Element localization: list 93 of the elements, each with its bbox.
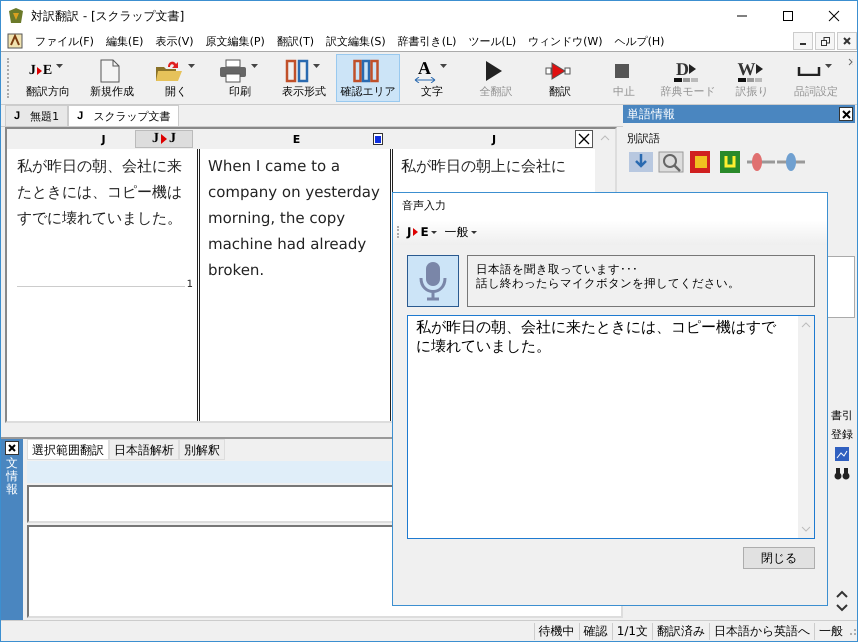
side-label: 登録 bbox=[831, 427, 853, 442]
bar-icon bbox=[738, 78, 762, 82]
message-box: 日本語を聞き取っています･･･ 話し終わったらマイクボタンを押してください。 bbox=[467, 255, 815, 307]
letter-label: D bbox=[676, 60, 689, 78]
menu-item[interactable]: 訳文編集(S) bbox=[320, 34, 392, 48]
image-icon[interactable] bbox=[834, 446, 850, 462]
toolbar-button[interactable]: 表示形式 bbox=[272, 54, 336, 102]
panel-tab[interactable]: 日本語解析 bbox=[109, 439, 179, 460]
status-item: 翻訳済み bbox=[652, 622, 709, 640]
triangle-icon bbox=[161, 134, 167, 144]
panel-tab[interactable]: 選択範囲翻訳 bbox=[27, 439, 109, 460]
back-translation: 私が昨日の朝上に会社に bbox=[401, 157, 566, 175]
status-item: 一般 bbox=[814, 622, 847, 640]
source-sentence: 私が昨日の朝、会社に来たときには、コピー機はすでに壊れていました。 bbox=[17, 157, 182, 227]
triangle-icon bbox=[689, 64, 696, 74]
close-button[interactable] bbox=[575, 130, 593, 148]
columns-icon bbox=[353, 58, 379, 82]
close-button[interactable] bbox=[839, 107, 853, 121]
window-title: 対訳翻訳 - [スクラップ文書] bbox=[31, 8, 184, 24]
scroll-up-icon[interactable] bbox=[836, 590, 848, 598]
dialog-title: 音声入力 bbox=[393, 193, 827, 219]
mdi-restore-button[interactable] bbox=[815, 32, 835, 50]
status-item: 確認 bbox=[578, 622, 612, 640]
direction-dropdown[interactable]: J E bbox=[407, 225, 437, 239]
triangle-icon bbox=[756, 64, 762, 74]
columns-icon bbox=[284, 58, 308, 82]
close-icon bbox=[843, 37, 851, 45]
double-arrow-icon bbox=[414, 76, 436, 82]
close-button[interactable]: 閉じる bbox=[743, 547, 815, 569]
panel-title: 単語情報 bbox=[627, 106, 675, 122]
microphone-button[interactable] bbox=[407, 255, 459, 307]
overflow-icon[interactable] bbox=[848, 58, 853, 66]
letter-label: A bbox=[418, 58, 431, 76]
status-item: 1/1文 bbox=[612, 622, 652, 640]
binoculars-icon[interactable] bbox=[834, 466, 850, 480]
status-item: 日本語から英語へ bbox=[709, 622, 814, 640]
status-item: 待機中 bbox=[534, 622, 579, 640]
caret-icon bbox=[430, 230, 437, 234]
menu-item[interactable]: 原文編集(P) bbox=[200, 34, 271, 48]
document-logo-icon[interactable] bbox=[7, 33, 23, 49]
menu-item[interactable]: ツール(L) bbox=[462, 34, 522, 48]
menu-item[interactable]: ヘルプ(H) bbox=[608, 34, 670, 48]
close-icon bbox=[578, 133, 590, 145]
column-header: J bbox=[101, 132, 106, 146]
play-icon bbox=[484, 58, 504, 82]
close-icon bbox=[842, 110, 850, 118]
swap-button[interactable]: J J bbox=[135, 130, 193, 148]
bracket-icon bbox=[796, 66, 820, 76]
column-header: E bbox=[292, 132, 300, 146]
document-icon bbox=[100, 58, 120, 82]
folder-icon bbox=[154, 58, 184, 82]
app-logo-icon bbox=[7, 7, 25, 25]
printer-icon bbox=[218, 58, 246, 82]
toolbar-button[interactable]: 確認エリア bbox=[336, 54, 400, 102]
letter-label: J bbox=[28, 62, 36, 78]
mdi-minimize-button[interactable] bbox=[793, 32, 813, 50]
toolbar-button[interactable]: 翻訳 bbox=[528, 54, 592, 102]
menu-item[interactable]: 編集(E) bbox=[100, 34, 150, 48]
maximize-icon[interactable] bbox=[781, 9, 795, 23]
field-dropdown[interactable]: 一般 bbox=[444, 224, 477, 240]
close-icon[interactable] bbox=[827, 9, 841, 23]
scroll-down-icon[interactable] bbox=[836, 604, 848, 612]
toolbar-button[interactable]: J E 翻訳方向 bbox=[16, 54, 80, 102]
mdi-close-button[interactable] bbox=[837, 32, 857, 50]
restore-icon bbox=[820, 36, 830, 46]
menu-item[interactable]: ウィンドウ(W) bbox=[522, 34, 609, 48]
side-label: 書引 bbox=[831, 408, 853, 423]
toolbar-button[interactable]: 開く bbox=[144, 54, 208, 102]
line-number: 1 bbox=[186, 279, 193, 291]
translated-sentence: When I came to a company on yesterday morning, the copy machine had already broken. bbox=[208, 157, 380, 279]
menu-item[interactable]: ファイル(F) bbox=[29, 34, 100, 48]
close-icon bbox=[8, 444, 16, 452]
caret-icon bbox=[470, 230, 477, 234]
resize-grip-icon[interactable] bbox=[847, 626, 857, 636]
column-header: J bbox=[492, 132, 496, 146]
toolbar-button[interactable]: 印刷 bbox=[208, 54, 272, 102]
menu-item[interactable]: 表示(V) bbox=[149, 34, 200, 48]
menu-item[interactable]: 辞書引き(L) bbox=[392, 34, 462, 48]
letter-label: W bbox=[738, 60, 756, 78]
close-button[interactable] bbox=[5, 441, 19, 455]
menu-item[interactable]: 翻訳(T) bbox=[270, 34, 320, 48]
toolbar-button[interactable]: A 文字 bbox=[400, 54, 464, 102]
side-panel-title: 文情報 bbox=[6, 457, 18, 497]
edit-icon[interactable] bbox=[373, 133, 383, 145]
document-tab[interactable]: J 無題1 bbox=[5, 105, 68, 126]
toolbar-button[interactable]: 新規作成 bbox=[80, 54, 144, 102]
bar-icon bbox=[674, 78, 698, 82]
triangle-icon bbox=[413, 228, 418, 236]
triangle-icon bbox=[36, 66, 42, 74]
section-label: 別訳語 bbox=[627, 131, 661, 146]
panel-tab[interactable]: 別解釈 bbox=[179, 439, 225, 460]
document-tab[interactable]: J スクラップ文書 bbox=[68, 105, 180, 126]
letter-label: E bbox=[42, 62, 52, 78]
